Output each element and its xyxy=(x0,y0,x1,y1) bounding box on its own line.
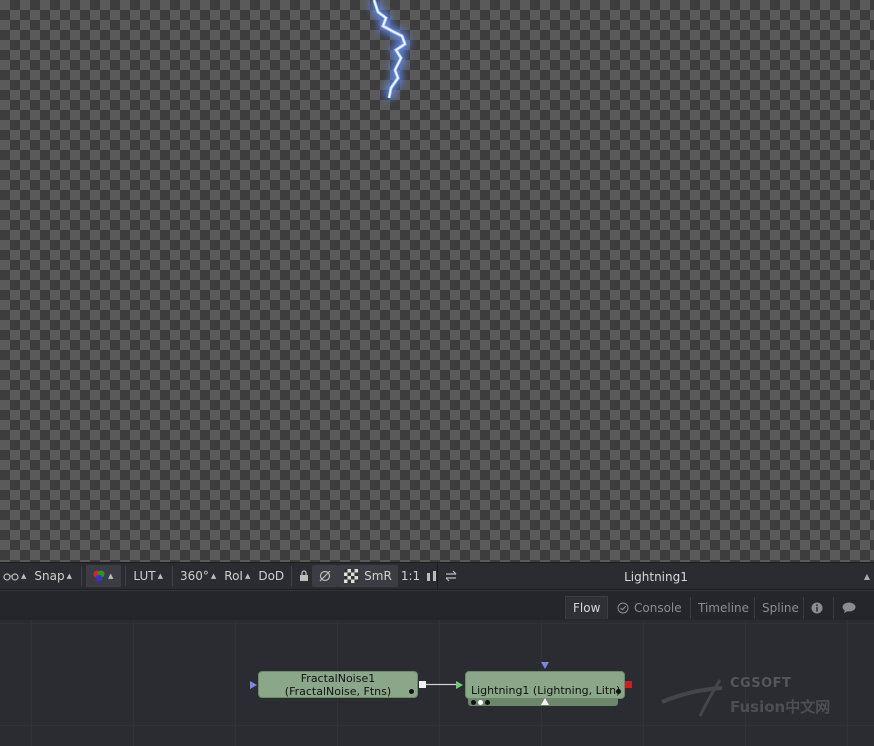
fractal-effect-mask-input[interactable] xyxy=(250,681,257,689)
node-lightning-label: Lightning1 (Lightning, Litn) xyxy=(471,684,621,697)
viewer2-dot[interactable] xyxy=(478,700,483,705)
node-fractal-type: (FractalNoise, Ftns) xyxy=(284,685,392,698)
node-fractalnoise1[interactable]: FractalNoise1 (FractalNoise, Ftns) xyxy=(258,671,418,698)
lightning-mask-input[interactable] xyxy=(541,662,549,669)
lightning-background-input[interactable] xyxy=(456,681,463,689)
node-fractal-name: FractalNoise1 xyxy=(300,672,376,685)
watermark-brand: CGSOFT xyxy=(730,676,792,691)
viewer1-dot[interactable] xyxy=(471,700,476,705)
node-lightning1[interactable]: Lightning1 (Lightning, Litn) xyxy=(465,671,625,699)
watermark-subtitle: Fusion中文网 xyxy=(730,698,831,716)
node-connection xyxy=(426,683,457,686)
lightning-effect-mask-input[interactable] xyxy=(541,698,549,705)
view-indicator-dot[interactable] xyxy=(409,689,414,694)
viewer3-dot[interactable] xyxy=(485,700,490,705)
watermark-logo-icon xyxy=(661,679,723,717)
view-indicator-dot[interactable] xyxy=(616,689,621,694)
lightning-output-port[interactable] xyxy=(625,681,632,688)
fractal-output-port[interactable] xyxy=(419,681,426,688)
